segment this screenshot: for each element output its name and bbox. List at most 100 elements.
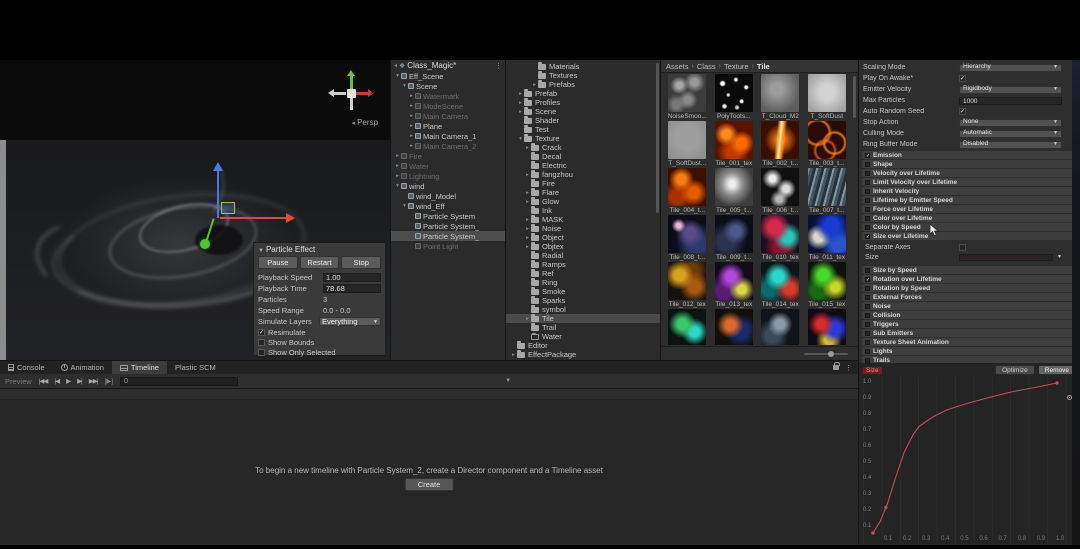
playback-button[interactable]: Restart xyxy=(300,256,340,269)
asset-thumbnail[interactable] xyxy=(808,168,846,206)
expand-arrow-icon[interactable]: ▸ xyxy=(408,143,415,149)
asset-thumbnail[interactable] xyxy=(808,74,846,112)
tab-plastic-scm[interactable]: Plastic SCM xyxy=(167,361,224,374)
hierarchy-item[interactable]: ▸ ModeScene xyxy=(391,101,505,111)
expand-arrow-icon[interactable]: ▾ xyxy=(401,203,408,209)
expand-arrow-icon[interactable]: ▾ xyxy=(394,73,401,79)
hierarchy-item[interactable]: ▸ Main Camera xyxy=(391,111,505,121)
stop-action-dropdown[interactable]: None▼ xyxy=(959,119,1062,127)
hierarchy-item[interactable]: ▸ Water xyxy=(391,161,505,171)
folder-item[interactable]: Electric xyxy=(506,161,660,170)
hierarchy-item[interactable]: ▸ Main Camera_1 xyxy=(391,131,505,141)
asset-thumbnail[interactable] xyxy=(715,309,753,345)
folder-item[interactable]: Editor xyxy=(506,341,660,350)
folder-item[interactable]: Decal xyxy=(506,152,660,161)
expand-arrow-icon[interactable]: ▸ xyxy=(524,172,531,178)
optimize-button[interactable]: Optimize xyxy=(995,365,1035,375)
expand-arrow-icon[interactable]: ▸ xyxy=(408,113,415,119)
folder-item[interactable]: Smoke xyxy=(506,287,660,296)
expand-arrow-icon[interactable]: ▸ xyxy=(408,123,415,129)
module-header[interactable]: External Forces xyxy=(862,293,1076,301)
asset-item[interactable]: PolyToots... xyxy=(711,74,758,121)
asset-item[interactable]: Tile_008_t... xyxy=(664,215,711,262)
remove-button[interactable]: Remove xyxy=(1038,365,1076,375)
ring-buffer-mode-dropdown[interactable]: Disabled▼ xyxy=(959,141,1062,149)
hierarchy-item[interactable]: ▾ Eff_Scene xyxy=(391,71,505,81)
hierarchy-item[interactable]: Particle System_ xyxy=(391,231,505,241)
hierarchy-item[interactable]: ▸ Fire xyxy=(391,151,505,161)
expand-arrow-icon[interactable]: ▸ xyxy=(408,133,415,139)
particle-effect-panel-title[interactable]: ▼Particle Effect xyxy=(258,245,381,254)
expand-arrow-icon[interactable]: ▾ xyxy=(394,183,401,189)
breadcrumb-assets[interactable]: Assets xyxy=(666,62,689,71)
asset-thumbnail[interactable] xyxy=(668,309,706,345)
max-particles-input[interactable]: 1000 xyxy=(959,97,1062,105)
hierarchy-item[interactable]: Particle System_ xyxy=(391,221,505,231)
move-gizmo-x-axis[interactable] xyxy=(220,217,286,219)
scene-title[interactable]: Class_Magic* xyxy=(407,61,493,70)
folder-item[interactable]: ▸ Crack xyxy=(506,143,660,152)
playback-button[interactable]: Stop xyxy=(341,256,381,269)
asset-item[interactable]: Tile_009_t... xyxy=(711,215,758,262)
checkbox[interactable] xyxy=(258,349,265,356)
breadcrumb-texture[interactable]: Texture xyxy=(724,62,749,71)
asset-thumbnail[interactable] xyxy=(761,309,799,345)
curve-legend-size[interactable]: Size xyxy=(863,367,882,374)
module-checkbox[interactable]: ✓ xyxy=(865,277,870,282)
expand-arrow-icon[interactable]: ▸ xyxy=(524,217,531,223)
folder-item[interactable]: ▸ EffectPackage xyxy=(506,350,660,359)
move-gizmo-plane-handle[interactable] xyxy=(221,202,235,214)
folder-item[interactable]: Test xyxy=(506,125,660,134)
expand-arrow-icon[interactable]: ▸ xyxy=(517,109,524,115)
asset-item[interactable]: NoiseSmoo... xyxy=(664,74,711,121)
folder-item[interactable]: ▸ fangzhou xyxy=(506,170,660,179)
hierarchy-item[interactable]: ▾ wind_Eff xyxy=(391,201,505,211)
folder-item[interactable]: Materials xyxy=(506,62,660,71)
asset-item[interactable]: Tile_006_t... xyxy=(757,168,804,215)
playback-button[interactable]: Pause xyxy=(258,256,298,269)
transport-button[interactable]: ▶ xyxy=(66,377,70,385)
module-checkbox[interactable] xyxy=(865,198,870,203)
folder-item[interactable]: Water xyxy=(506,332,660,341)
module-checkbox[interactable] xyxy=(865,295,870,300)
module-checkbox[interactable] xyxy=(865,207,870,212)
chevron-down-icon[interactable]: ▼ xyxy=(505,378,511,384)
module-header[interactable]: Rotation by Speed xyxy=(862,284,1076,292)
asset-item[interactable] xyxy=(711,309,758,345)
folder-item[interactable]: ▸ Prefab xyxy=(506,89,660,98)
hierarchy-item[interactable]: ▸ Main Camera_2 xyxy=(391,141,505,151)
asset-thumbnail[interactable] xyxy=(715,215,753,253)
folder-item[interactable]: Shader xyxy=(506,116,660,125)
folder-item[interactable]: ▸ Glow xyxy=(506,197,660,206)
checkbox[interactable] xyxy=(258,339,265,346)
hierarchy-item[interactable]: ▾ Scene xyxy=(391,81,505,91)
playback-speed-input[interactable]: 1.00 xyxy=(323,273,381,282)
folder-item[interactable]: Ink xyxy=(506,206,660,215)
folder-item[interactable]: Radial xyxy=(506,251,660,260)
tree-scrollbar[interactable] xyxy=(656,63,659,213)
expand-arrow-icon[interactable]: ▸ xyxy=(517,91,524,97)
module-checkbox[interactable] xyxy=(865,340,870,345)
transport-button[interactable]: ▶| xyxy=(77,377,82,385)
asset-thumbnail[interactable] xyxy=(808,121,846,159)
asset-item[interactable] xyxy=(664,309,711,345)
thumbnail-size-slider[interactable] xyxy=(804,353,848,355)
asset-thumbnail[interactable] xyxy=(761,121,799,159)
module-checkbox[interactable] xyxy=(865,349,870,354)
expand-arrow-icon[interactable]: ▸ xyxy=(524,244,531,250)
tab-console[interactable]: Console xyxy=(0,361,53,374)
move-gizmo-z-handle[interactable] xyxy=(200,239,210,249)
folder-item[interactable]: Sparks xyxy=(506,296,660,305)
frame-number-input[interactable]: 0 xyxy=(120,377,238,386)
curve-plot-area[interactable]: 1.00.90.80.70.60.50.40.30.20.1 0.10.20.3… xyxy=(863,377,1077,545)
module-checkbox[interactable] xyxy=(865,331,870,336)
scaling-mode-dropdown[interactable]: Hierarchy▼ xyxy=(959,64,1062,72)
module-header[interactable]: Color by Speed xyxy=(862,223,1076,231)
module-checkbox[interactable] xyxy=(865,322,870,327)
lock-icon[interactable] xyxy=(833,365,839,370)
asset-item[interactable]: Tile_012_tex xyxy=(664,262,711,309)
module-header[interactable]: Shape xyxy=(862,160,1076,168)
playback-time-input[interactable]: 78.68 xyxy=(323,284,381,293)
play-range-button[interactable]: [▶] xyxy=(104,377,113,385)
scene-orientation-gizmo[interactable]: x xyxy=(328,70,374,116)
